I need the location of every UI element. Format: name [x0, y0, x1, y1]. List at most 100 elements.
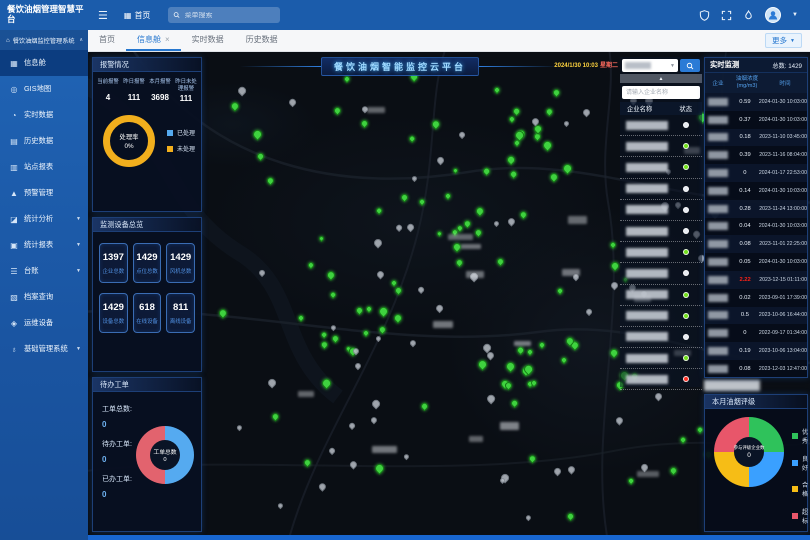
blurred-map-label [466, 271, 484, 278]
blurred-company-name [626, 142, 668, 151]
breadcrumb[interactable]: ▦ 首页 [124, 10, 151, 21]
tab[interactable]: 实时数据 × [181, 30, 235, 51]
avatar[interactable] [765, 7, 781, 23]
sidebar-item-realtime-data[interactable]: ◔ 实时数据 ▼ [0, 102, 88, 128]
realtime-rows: 0.59 2024-01-30 10:03:00 0.37 2024-01-30… [705, 93, 807, 378]
realtime-row[interactable]: 0.28 2023-11-24 13:00:00 [705, 200, 807, 218]
tab[interactable]: 首页 × [88, 30, 126, 51]
company-row[interactable] [620, 221, 702, 242]
sidebar-item-archive-query[interactable]: ▧ 档案查询 ▼ [0, 284, 88, 310]
device-stat-card: 1429 设备总数 [99, 293, 128, 333]
sidebar-item-cockpit[interactable]: ▦ 信息舱 ▼ [0, 50, 88, 76]
chevron-down-icon[interactable]: ▼ [792, 12, 798, 18]
close-icon[interactable]: × [165, 35, 170, 44]
sidebar-item-icon: ▲ [9, 189, 19, 198]
fullscreen-icon[interactable] [721, 10, 732, 21]
menu-search-input[interactable] [185, 12, 276, 19]
alarm-stat-label: 本月报警 [147, 79, 173, 92]
shield-icon[interactable] [699, 10, 710, 21]
blurred-map-label [461, 244, 481, 249]
realtime-row[interactable]: 0.14 2024-01-30 10:03:00 [705, 182, 807, 200]
company-row[interactable] [620, 327, 702, 348]
realtime-row[interactable]: 0 2024-01-17 22:53:00 [705, 164, 807, 182]
sidebar-item-stat-analysis[interactable]: ◪ 统计分析 ▼ [0, 206, 88, 232]
workorder-stat-value: 0 [102, 455, 132, 464]
workorders-body: 工单总数: 0 待办工单: 0 已办工单: 0 工单总数 0 [93, 392, 201, 499]
realtime-panel: 实时监测 总数: 1429 企业 油烟浓度 (mg/m3) 时间 0.59 20… [704, 57, 808, 378]
company-row[interactable] [620, 348, 702, 369]
realtime-row[interactable]: 0 2022-09-17 01:34:00 [705, 324, 807, 342]
realtime-row[interactable]: 0.08 2023-12-03 12:47:00 [705, 360, 807, 378]
blurred-company-name [708, 151, 728, 159]
alarm-stat: 当前报警 4 [95, 79, 121, 103]
blurred-company-name [626, 290, 668, 299]
sidebar-system-group[interactable]: ⌂ 餐饮油烟监控管理系统 ∧ [0, 30, 88, 50]
sidebar-item-history-data[interactable]: ▤ 历史数据 ▼ [0, 128, 88, 154]
alarm-stat: 昨日报警 111 [121, 79, 147, 103]
company-row[interactable] [620, 369, 702, 390]
sidebar-item-label: 基础管理系统 [24, 344, 68, 354]
sidebar-item-site-report[interactable]: ▥ 站点报表 ▼ [0, 154, 88, 180]
concentration-value: 2.22 [731, 277, 759, 283]
sidebar-item-base-system[interactable]: ♁ 基础管理系统 ▼ [0, 336, 88, 362]
company-row[interactable] [620, 263, 702, 284]
blurred-company-name [708, 258, 728, 266]
sidebar-item-gis-map[interactable]: ◎ GIS地图 ▼ [0, 76, 88, 102]
sidebar-item-warning-mgmt[interactable]: ▲ 预警管理 ▼ [0, 180, 88, 206]
blurred-map-label [562, 269, 579, 276]
company-row[interactable] [620, 157, 702, 178]
sidebar-item-stat-report[interactable]: ▣ 统计报表 ▼ [0, 232, 88, 258]
col-time: 时间 [763, 79, 807, 87]
company-filter-select[interactable]: ▼ [622, 59, 678, 72]
reading-time: 2023-10-06 13:04:00 [759, 348, 807, 354]
more-button[interactable]: 更多 ▼ [765, 33, 802, 48]
alarm-stat-value: 4 [95, 93, 121, 102]
legend-label: 已处理 [177, 128, 195, 137]
company-row[interactable] [620, 179, 702, 200]
concentration-value: 0.28 [731, 206, 759, 212]
blurred-company-name [626, 248, 668, 257]
company-search-button[interactable] [680, 59, 700, 72]
realtime-row[interactable]: 0.19 2023-10-06 13:04:00 [705, 342, 807, 360]
collapse-toggle[interactable]: ▲ [620, 74, 702, 83]
map-banner: 餐饮油烟智能监控云平台 [240, 57, 560, 76]
concentration-value: 0.5 [731, 312, 759, 318]
alarm-stat: 本月报警 3698 [147, 79, 173, 103]
realtime-row[interactable]: 2.22 2023-12-15 01:11:00 [705, 271, 807, 289]
menu-toggle-icon[interactable]: ☰ [98, 9, 108, 22]
flame-icon[interactable] [743, 10, 754, 21]
company-row[interactable] [620, 306, 702, 327]
legend-label: 超标 [802, 507, 808, 525]
company-row[interactable] [620, 115, 702, 136]
realtime-row[interactable]: 0.08 2023-11-01 22:25:00 [705, 235, 807, 253]
sidebar-item-ledger[interactable]: ☰ 台账 ▼ [0, 258, 88, 284]
company-row[interactable] [620, 136, 702, 157]
alarm-stat-value: 111 [121, 93, 147, 102]
tab[interactable]: 历史数据 × [235, 30, 289, 51]
chevron-down-icon: ▼ [670, 63, 675, 69]
map-datetime: 2024/1/30 10:03星期二 [543, 60, 618, 69]
company-row[interactable] [620, 242, 702, 263]
company-name-input[interactable] [622, 86, 700, 99]
reading-time: 2024-01-30 10:03:00 [759, 223, 807, 229]
sidebar-item-icon: ◪ [9, 215, 19, 224]
realtime-row[interactable]: 0.59 2024-01-30 10:03:00 [705, 93, 807, 111]
chevron-up-icon: ▲ [659, 76, 664, 82]
realtime-row[interactable]: 0.04 2024-01-30 10:03:00 [705, 218, 807, 236]
sidebar-item-ops-device[interactable]: ◈ 运维设备 ▼ [0, 310, 88, 336]
blurred-company-name [626, 227, 668, 236]
blurred-company-name [626, 269, 668, 278]
realtime-row[interactable]: 0.02 2023-09-01 17:39:00 [705, 289, 807, 307]
col-status: 状态 [679, 104, 702, 113]
realtime-row[interactable]: 0.05 2024-01-30 10:03:00 [705, 253, 807, 271]
realtime-row[interactable]: 0.37 2024-01-30 10:03:00 [705, 111, 807, 129]
realtime-row[interactable]: 0.39 2023-11-16 08:04:00 [705, 146, 807, 164]
devices-panel: 监测设备总览 1397 企业总数 1429 点位总数 1429 风机总数 142… [92, 217, 202, 372]
sidebar-item-icon: ◎ [9, 85, 19, 94]
device-stat-label: 离线设备 [167, 317, 194, 325]
company-row[interactable] [620, 285, 702, 306]
realtime-row[interactable]: 0.5 2023-10-06 16:44:00 [705, 307, 807, 325]
tab[interactable]: 信息舱 × [126, 30, 181, 51]
company-row[interactable] [620, 200, 702, 221]
realtime-row[interactable]: 0.18 2023-11-10 03:45:00 [705, 129, 807, 147]
